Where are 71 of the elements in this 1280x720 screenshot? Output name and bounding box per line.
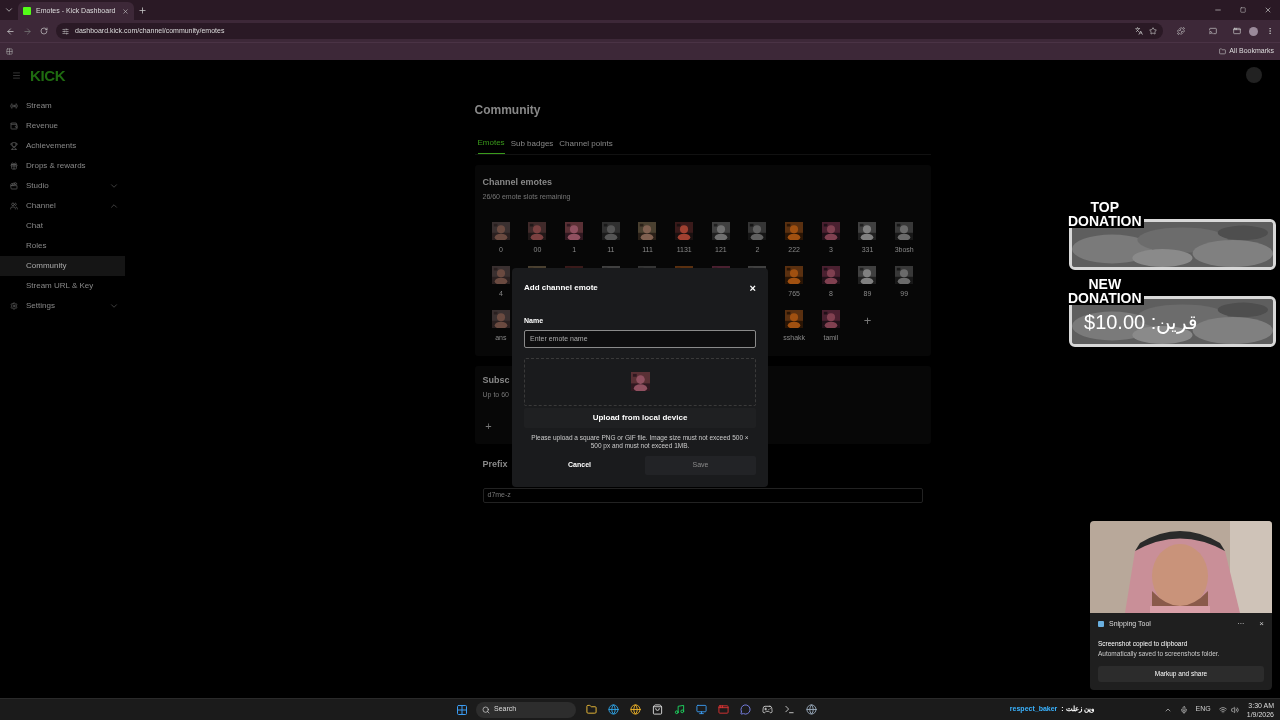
donation-heading: DONATION: [1066, 291, 1144, 305]
maximize-icon[interactable]: [1240, 7, 1246, 13]
music-icon[interactable]: [674, 704, 685, 715]
new-tab-icon[interactable]: [138, 5, 147, 15]
network-icon[interactable]: [1218, 705, 1227, 714]
donation-heading: NEW: [1086, 277, 1124, 291]
upload-button[interactable]: Upload from local device: [524, 407, 756, 428]
bookmark-star-icon[interactable]: [1149, 27, 1157, 35]
menu-icon[interactable]: [1266, 27, 1274, 35]
page-title: Community: [474, 102, 542, 119]
sidebar-item[interactable]: Drops & rewards: [0, 156, 125, 176]
donation-heading: TOP: [1088, 200, 1122, 214]
dialog-title: Add channel emote: [524, 282, 599, 294]
sidebar-item[interactable]: Channel: [0, 196, 125, 216]
folder-icon[interactable]: [586, 704, 597, 715]
tab[interactable]: Emotes: [477, 137, 505, 154]
sidebar-item[interactable]: Revenue: [0, 116, 125, 136]
site-info-icon[interactable]: [62, 27, 69, 35]
donation-heading: DONATION: [1066, 214, 1144, 228]
sidebar-icon: [10, 182, 18, 190]
globe-icon[interactable]: [806, 704, 817, 715]
close-icon[interactable]: [122, 7, 129, 15]
card-title: Subsc: [482, 374, 510, 387]
sidebar-subitem[interactable]: Chat: [0, 216, 125, 236]
microphone-icon[interactable]: [1179, 705, 1188, 714]
tab[interactable]: Channel points: [559, 137, 613, 154]
sidebar-item[interactable]: Achievements: [0, 136, 125, 156]
sidebar-subitem[interactable]: Stream URL & Key: [0, 276, 125, 296]
card-title: Channel emotes: [482, 176, 553, 189]
globe-icon[interactable]: [630, 704, 641, 715]
chat-icon[interactable]: [740, 704, 751, 715]
tab[interactable]: Sub badges: [510, 137, 554, 154]
sidebar-icon: [10, 102, 18, 110]
apps-icon[interactable]: [6, 48, 13, 55]
app-icon[interactable]: [718, 704, 729, 715]
close-button[interactable]: ×: [749, 282, 756, 294]
sidebar-icon: [10, 122, 18, 130]
sidebar-icon: [10, 202, 18, 210]
add-badge-button[interactable]: +: [482, 418, 495, 435]
back-icon[interactable]: [6, 26, 15, 36]
globe-icon[interactable]: [608, 704, 619, 715]
extensions-icon[interactable]: [1177, 27, 1185, 35]
reload-icon[interactable]: [40, 27, 48, 35]
translate-icon[interactable]: [1135, 27, 1143, 35]
volume-icon[interactable]: [1230, 705, 1239, 714]
sidebar-icon: [10, 162, 18, 170]
app-icon: [1098, 621, 1104, 627]
terminal-icon[interactable]: [784, 704, 795, 715]
sidebar-item[interactable]: Settings: [0, 296, 125, 316]
prefix-label: Prefix: [482, 458, 508, 471]
tab-list-icon[interactable]: [4, 5, 14, 15]
sidebar-subitem[interactable]: Community: [0, 256, 125, 276]
gamepad-icon[interactable]: [762, 704, 773, 715]
close-icon[interactable]: [1264, 6, 1272, 14]
profile-avatar[interactable]: [1249, 26, 1258, 36]
logo-icon: [23, 7, 31, 15]
bag-icon[interactable]: [652, 704, 663, 715]
sidebar-icon: [10, 302, 18, 310]
sidebar-item[interactable]: Studio: [0, 176, 125, 196]
window-icon[interactable]: [1233, 27, 1241, 35]
sidebar-item[interactable]: Stream: [0, 96, 125, 116]
monitor-icon[interactable]: [696, 704, 707, 715]
add-emote-button[interactable]: +: [849, 310, 886, 350]
folder-icon[interactable]: [1219, 48, 1227, 55]
sidebar-subitem[interactable]: Roles: [0, 236, 125, 256]
close-button[interactable]: ×: [1259, 618, 1264, 630]
search-icon: [482, 705, 490, 714]
windows-icon[interactable]: [456, 703, 468, 716]
cast-icon[interactable]: [1209, 27, 1217, 35]
sidebar-icon: [10, 142, 18, 150]
donation-text: قرين: 10.00$: [1084, 311, 1199, 332]
